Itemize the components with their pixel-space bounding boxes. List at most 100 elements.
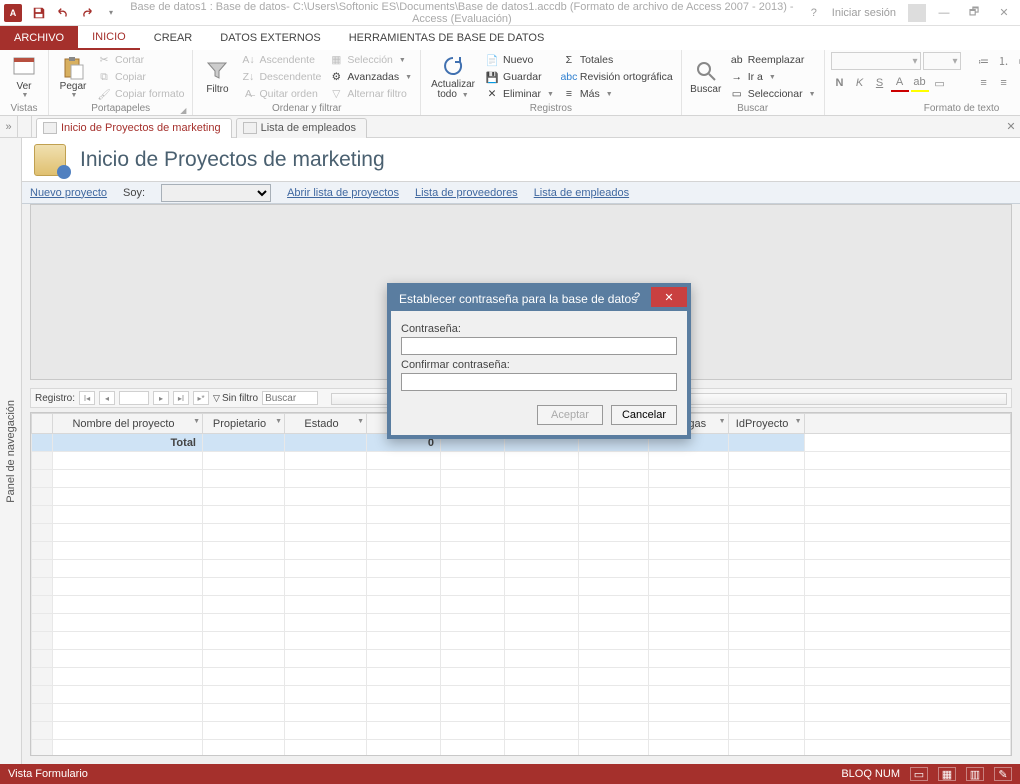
table-row[interactable] [32, 614, 1011, 632]
asc-button[interactable]: A↓Ascendente [239, 52, 323, 68]
last-record-icon[interactable]: ▸I [173, 391, 189, 405]
table-row[interactable] [32, 578, 1011, 596]
datasheet-view-icon[interactable]: ▦ [938, 767, 956, 781]
alternar-filtro-button[interactable]: ▽Alternar filtro [327, 86, 414, 102]
table-row[interactable] [32, 632, 1011, 650]
qat-customize-icon[interactable]: ▾ [100, 2, 122, 24]
quitar-orden-button[interactable]: A̶Quitar orden [239, 86, 323, 102]
minimize-icon[interactable]: — [932, 4, 956, 22]
undo-icon[interactable] [52, 2, 74, 24]
lista-empleados-link[interactable]: Lista de empleados [534, 187, 629, 199]
save-icon[interactable] [28, 2, 50, 24]
tab-crear[interactable]: CREAR [140, 26, 207, 50]
font-combo[interactable]: ▾ [831, 52, 921, 70]
confirm-password-input[interactable] [401, 373, 677, 391]
table-row[interactable] [32, 542, 1011, 560]
align-center-button[interactable]: ≡ [995, 74, 1013, 92]
column-header-empty[interactable] [804, 414, 1010, 434]
italic-button[interactable]: K [851, 74, 869, 92]
bullets-button[interactable]: ≔ [975, 52, 993, 70]
table-row[interactable] [32, 524, 1011, 542]
dialog-close-icon[interactable]: ✕ [651, 287, 687, 307]
column-header[interactable]: Estado▼ [285, 414, 367, 434]
table-row[interactable] [32, 470, 1011, 488]
prev-record-icon[interactable]: ◂ [99, 391, 115, 405]
nuevo-proyecto-link[interactable]: Nuevo proyecto [30, 187, 107, 199]
guardar-button[interactable]: 💾Guardar [483, 69, 556, 85]
table-row[interactable] [32, 452, 1011, 470]
help-icon[interactable]: ? [802, 4, 826, 22]
table-row[interactable] [32, 488, 1011, 506]
dialog-launcher-icon[interactable]: ◢ [180, 106, 186, 115]
buscar-button[interactable]: Buscar [688, 52, 724, 102]
column-header[interactable]: Nombre del proyecto▼ [53, 414, 203, 434]
underline-button[interactable]: S [871, 74, 889, 92]
align-left-button[interactable]: ≡ [975, 74, 993, 92]
new-record-icon[interactable]: ▸* [193, 391, 209, 405]
avanzadas-button[interactable]: ⚙Avanzadas▼ [327, 69, 414, 85]
data-grid[interactable]: Nombre del proyecto▼ Propietario▼ Estado… [30, 412, 1012, 756]
nav-toggle-icon[interactable]: » [0, 116, 18, 137]
cortar-button[interactable]: ✂Cortar [95, 52, 186, 68]
lista-proveedores-link[interactable]: Lista de proveedores [415, 187, 518, 199]
mas-button[interactable]: ≡Más▼ [560, 86, 675, 102]
ira-button[interactable]: →Ir a▼ [728, 69, 818, 85]
tab-archivo[interactable]: ARCHIVO [0, 26, 78, 50]
aceptar-button[interactable]: Aceptar [537, 405, 603, 425]
totales-button[interactable]: ΣTotales [560, 52, 675, 68]
signin-link[interactable]: Iniciar sesión [832, 7, 896, 19]
dialog-help-icon[interactable]: ? [623, 287, 651, 307]
first-record-icon[interactable]: I◂ [79, 391, 95, 405]
seleccionar-button[interactable]: ▭Seleccionar▼ [728, 86, 818, 102]
revision-button[interactable]: abcRevisión ortográfica [560, 69, 675, 85]
current-record-input[interactable] [119, 391, 149, 405]
abrir-lista-proyectos-link[interactable]: Abrir lista de proyectos [287, 187, 399, 199]
tab-inicio[interactable]: INICIO [78, 26, 140, 50]
close-tab-icon[interactable]: ✕ [1002, 120, 1020, 133]
table-row[interactable] [32, 506, 1011, 524]
ver-button[interactable]: Ver ▼ [6, 52, 42, 102]
desc-button[interactable]: Z↓Descendente [239, 69, 323, 85]
password-input[interactable] [401, 337, 677, 355]
table-row[interactable] [32, 722, 1011, 740]
size-combo[interactable]: ▾ [923, 52, 961, 70]
reemplazar-button[interactable]: abReemplazar [728, 52, 818, 68]
bold-button[interactable]: N [831, 74, 849, 92]
close-icon[interactable]: ✕ [992, 4, 1016, 22]
font-color-button[interactable]: A [891, 74, 909, 92]
tab-herramientas[interactable]: HERRAMIENTAS DE BASE DE DATOS [335, 26, 559, 50]
fill-color-button[interactable]: ▭ [931, 74, 949, 92]
next-record-icon[interactable]: ▸ [153, 391, 169, 405]
highlight-button[interactable]: ab [911, 74, 929, 92]
nuevo-button[interactable]: 📄Nuevo [483, 52, 556, 68]
numbering-button[interactable]: ⒈ [995, 52, 1013, 70]
row-selector-header[interactable] [32, 414, 53, 434]
avatar[interactable] [908, 4, 926, 22]
copiar-formato-button[interactable]: 🖌Copiar formato [95, 86, 186, 102]
layout-view-icon[interactable]: ▥ [966, 767, 984, 781]
eliminar-button[interactable]: ✕Eliminar▼ [483, 86, 556, 102]
seleccion-button[interactable]: ▦Selección▼ [327, 52, 414, 68]
table-row[interactable] [32, 740, 1011, 757]
table-row[interactable] [32, 650, 1011, 668]
copiar-button[interactable]: ⧉Copiar [95, 69, 186, 85]
column-header[interactable]: Propietario▼ [203, 414, 285, 434]
table-row[interactable] [32, 560, 1011, 578]
soy-combo[interactable] [161, 184, 271, 202]
chevron-down-icon[interactable]: ▼ [193, 418, 200, 425]
navigation-panel-collapsed[interactable]: Panel de navegación [0, 138, 22, 764]
actualizar-button[interactable]: Actualizartodo ▼ [427, 52, 479, 102]
column-header[interactable]: IdProyecto▼ [728, 414, 804, 434]
restore-icon[interactable]: 🗗 [962, 4, 986, 22]
table-row[interactable] [32, 596, 1011, 614]
doc-tab-inicio-proyectos[interactable]: Inicio de Proyectos de marketing [36, 118, 232, 138]
record-search-input[interactable] [262, 391, 318, 405]
tab-datos-externos[interactable]: DATOS EXTERNOS [206, 26, 334, 50]
align-right-button[interactable]: ≡ [1015, 74, 1020, 92]
table-row[interactable] [32, 704, 1011, 722]
doc-tab-lista-empleados[interactable]: Lista de empleados [236, 118, 367, 138]
filtro-button[interactable]: Filtro [199, 52, 235, 102]
redo-icon[interactable] [76, 2, 98, 24]
form-view-icon[interactable]: ▭ [910, 767, 928, 781]
table-row[interactable] [32, 668, 1011, 686]
